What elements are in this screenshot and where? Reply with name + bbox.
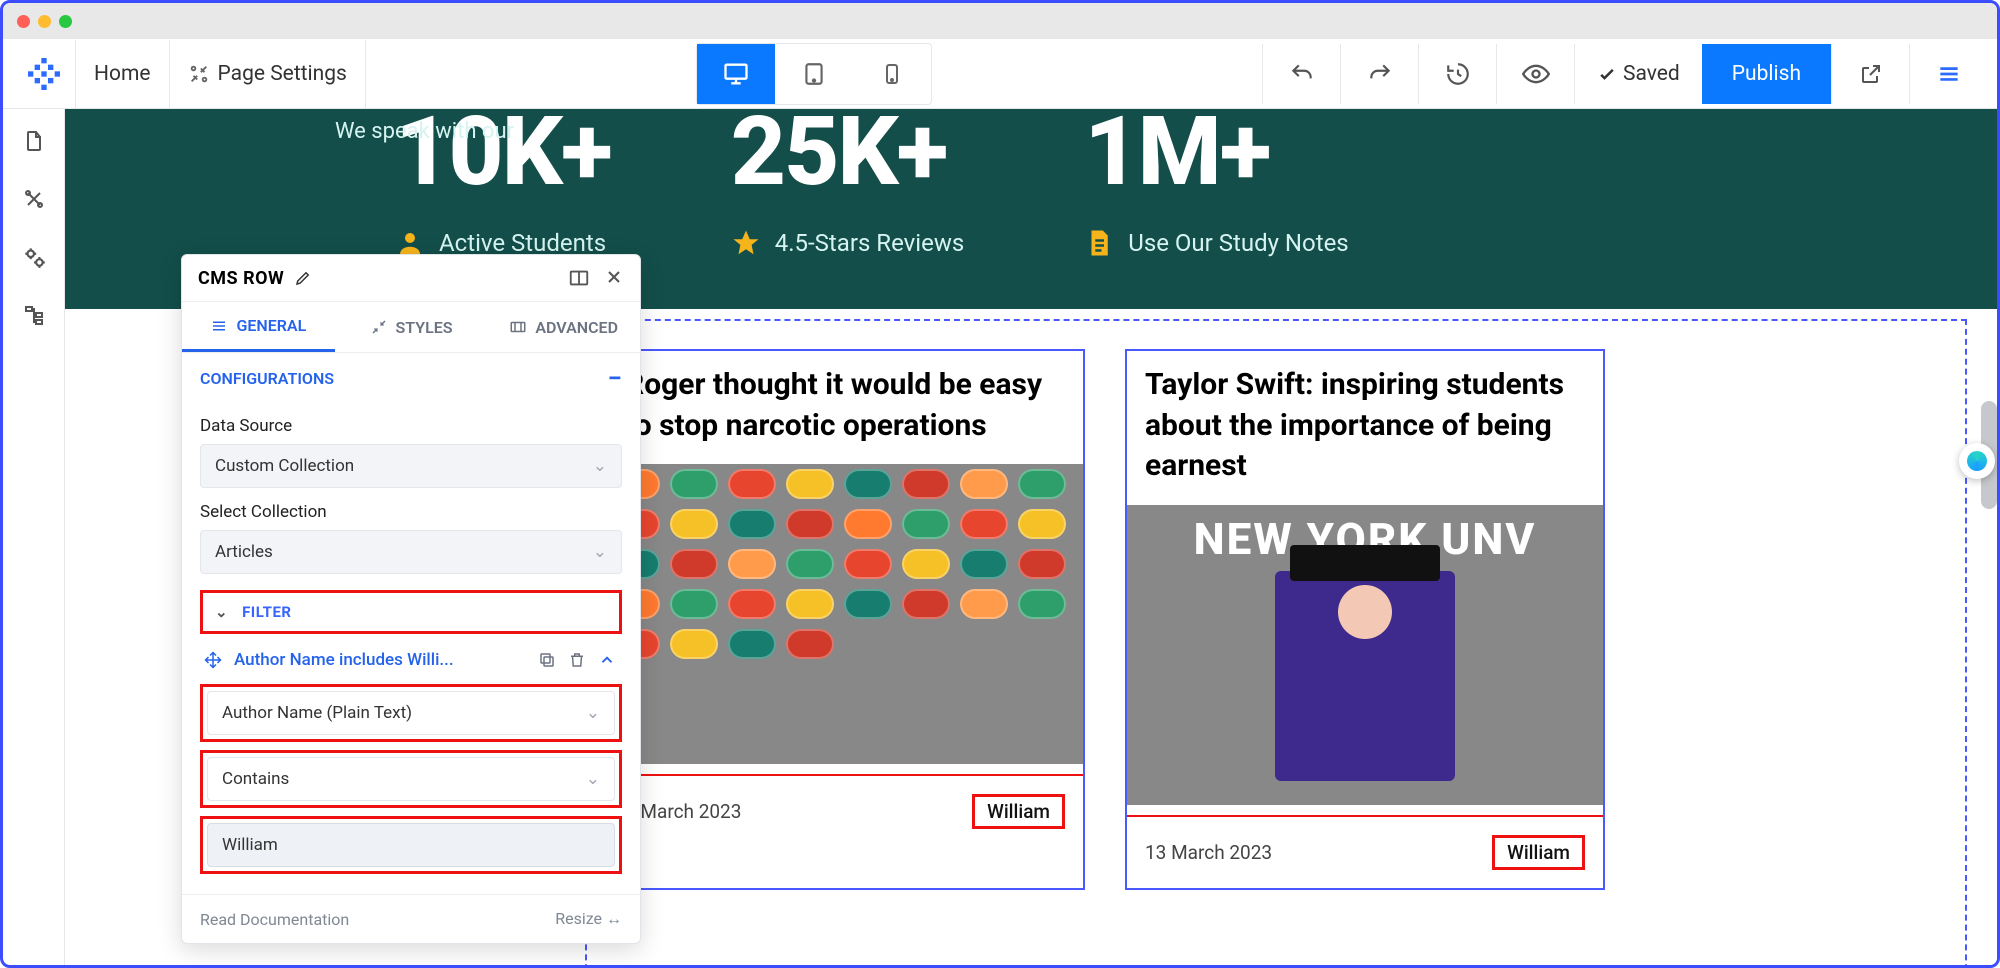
canvas[interactable]: We speak with our 10K+ Active Students 2… <box>65 109 1997 965</box>
filter-value-input-wrap: William <box>200 816 622 874</box>
mobile-preview-button[interactable] <box>853 44 931 104</box>
chevron-down-icon: ⌄ <box>593 456 607 476</box>
chevron-down-icon: ⌄ <box>593 542 607 562</box>
close-icon[interactable] <box>604 267 624 287</box>
chevron-up-icon[interactable] <box>598 651 616 669</box>
filter-value-input[interactable]: William <box>207 823 615 867</box>
trash-icon[interactable] <box>568 651 586 669</box>
home-button[interactable]: Home <box>75 40 170 108</box>
redo-icon <box>1367 61 1393 87</box>
article-card[interactable]: Taylor Swift: inspiring students about t… <box>1125 349 1605 890</box>
filter-operator-select-wrap: Contains ⌄ <box>200 750 622 808</box>
gears-icon <box>21 244 47 270</box>
mac-titlebar <box>3 3 1997 39</box>
data-source-select[interactable]: Custom Collection ⌄ <box>200 444 622 488</box>
card-date: 3 March 2023 <box>625 800 741 823</box>
tab-styles[interactable]: STYLES <box>335 302 488 352</box>
doc-icon <box>1084 228 1114 258</box>
external-link-icon <box>1859 62 1883 86</box>
read-documentation-link[interactable]: Read Documentation <box>200 910 349 929</box>
redo-button[interactable] <box>1340 44 1418 104</box>
list-icon <box>210 317 228 335</box>
tablet-icon <box>801 61 827 87</box>
maximize-window-icon[interactable] <box>59 15 72 28</box>
select-collection-select[interactable]: Articles ⌄ <box>200 530 622 574</box>
columns-icon[interactable] <box>568 267 590 289</box>
pencil-icon[interactable] <box>294 269 312 287</box>
page-settings-button[interactable]: Page Settings <box>170 40 366 108</box>
article-card[interactable]: Roger thought it would be easy to stop n… <box>605 349 1085 890</box>
collapse-icon[interactable]: − <box>607 373 622 385</box>
card-author: William <box>1492 835 1585 870</box>
saved-indicator: Saved <box>1574 44 1702 104</box>
data-source-label: Data Source <box>200 416 622 436</box>
panel-title: CMS ROW <box>198 268 284 289</box>
panel-tabs: GENERAL STYLES ADVANCED <box>182 302 640 353</box>
card-author: William <box>972 794 1065 829</box>
tools-icon <box>188 63 210 85</box>
card-title: Taylor Swift: inspiring students about t… <box>1127 351 1603 505</box>
filter-field-select[interactable]: Author Name (Plain Text) ⌄ <box>207 691 615 735</box>
card-date: 13 March 2023 <box>1145 841 1272 864</box>
structure-rail-button[interactable] <box>20 301 48 329</box>
section-configurations[interactable]: CONFIGURATIONS − <box>182 353 640 396</box>
check-icon <box>1597 64 1617 84</box>
page-icon <box>22 129 46 153</box>
tree-icon <box>22 303 46 327</box>
eye-icon <box>1522 60 1550 88</box>
sliders-icon <box>509 318 527 336</box>
menu-button[interactable] <box>1909 44 1987 104</box>
crossed-tools-icon <box>22 187 46 211</box>
resize-handle[interactable]: Resize ↔ <box>555 909 622 929</box>
history-icon <box>1445 61 1471 87</box>
filter-section-header[interactable]: ⌄ FILTER <box>200 590 622 634</box>
tab-advanced[interactable]: ADVANCED <box>487 302 640 352</box>
close-window-icon[interactable] <box>17 15 30 28</box>
chevron-down-icon: ⌄ <box>586 769 600 789</box>
assistant-icon <box>1967 451 1987 471</box>
filter-operator-select[interactable]: Contains ⌄ <box>207 757 615 801</box>
filter-rule-summary[interactable]: Author Name includes Willi... <box>234 650 526 670</box>
stat-2: 25K+ 4.5-Stars Reviews <box>731 119 965 258</box>
history-button[interactable] <box>1418 44 1496 104</box>
top-toolbar: Home Page Settings <box>3 39 1997 109</box>
stat-3: 1M+ Use Our Study Notes <box>1084 119 1348 258</box>
publish-button[interactable]: Publish <box>1702 44 1831 104</box>
card-title: Roger thought it would be easy to stop n… <box>607 351 1083 464</box>
design-rail-button[interactable] <box>20 185 48 213</box>
assistant-bubble[interactable] <box>1959 443 1995 479</box>
duplicate-icon[interactable] <box>538 651 556 669</box>
preview-button[interactable] <box>1496 44 1574 104</box>
app-logo[interactable] <box>13 58 75 90</box>
desktop-preview-button[interactable] <box>697 44 775 104</box>
pages-rail-button[interactable] <box>20 127 48 155</box>
cms-row-settings-panel: CMS ROW GENERAL STYLES <box>181 254 641 944</box>
move-icon[interactable] <box>204 651 222 669</box>
undo-icon <box>1289 61 1315 87</box>
left-rail <box>3 109 65 965</box>
desktop-icon <box>722 60 750 88</box>
mobile-icon <box>880 62 904 86</box>
chevron-down-icon: ⌄ <box>586 703 600 723</box>
hero-tagline: We speak with our <box>335 119 514 144</box>
star-icon <box>731 228 761 258</box>
settings-rail-button[interactable] <box>20 243 48 271</box>
page-settings-label: Page Settings <box>218 62 347 86</box>
tablet-preview-button[interactable] <box>775 44 853 104</box>
device-preview-group <box>696 43 932 105</box>
undo-button[interactable] <box>1262 44 1340 104</box>
chevron-down-icon: ⌄ <box>215 603 228 621</box>
card-image <box>607 464 1083 764</box>
filter-field-select-wrap: Author Name (Plain Text) ⌄ <box>200 684 622 742</box>
hamburger-icon <box>1936 61 1962 87</box>
tab-general[interactable]: GENERAL <box>182 302 335 352</box>
open-external-button[interactable] <box>1831 44 1909 104</box>
brush-icon <box>370 318 388 336</box>
select-collection-label: Select Collection <box>200 502 622 522</box>
card-image: NEW YORK UNV <box>1127 505 1603 805</box>
filter-rule-row: Author Name includes Willi... <box>200 644 622 676</box>
minimize-window-icon[interactable] <box>38 15 51 28</box>
